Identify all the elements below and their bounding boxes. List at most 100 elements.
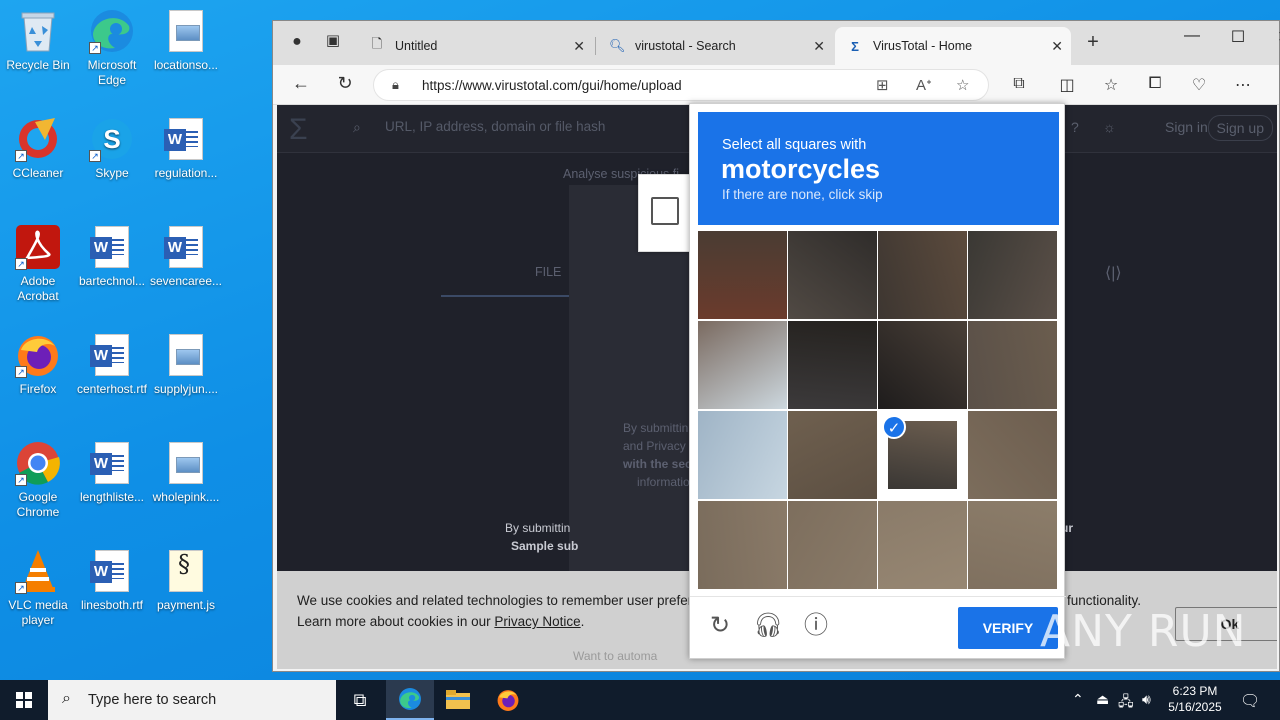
tray-overflow-icon[interactable]: ⌃ bbox=[1072, 691, 1084, 708]
profile-icon[interactable]: ● bbox=[283, 33, 311, 51]
privacy-notice-link[interactable]: Privacy Notice bbox=[494, 614, 580, 629]
captcha-tile[interactable] bbox=[698, 501, 787, 589]
read-aloud-icon[interactable]: Aᐩ bbox=[916, 76, 932, 94]
sign-up-button[interactable]: Sign up bbox=[1207, 115, 1273, 141]
skype-icon: S ↗ bbox=[89, 116, 135, 162]
desktop-icon-recycle-bin[interactable]: Recycle Bin bbox=[0, 8, 76, 73]
tab-virustotal-home[interactable]: Σ VirusTotal - Home ✕ bbox=[835, 27, 1071, 65]
captcha-tile[interactable] bbox=[968, 321, 1057, 409]
desktop-icon-ccleaner[interactable]: ↗ CCleaner bbox=[0, 116, 76, 181]
volume-icon[interactable]: 🔊︎ bbox=[1142, 691, 1151, 708]
taskbar-firefox-icon[interactable] bbox=[484, 680, 532, 720]
captcha-tile[interactable] bbox=[878, 231, 967, 319]
back-icon[interactable]: ← bbox=[287, 73, 315, 94]
desktop-icon-file[interactable]: wholepink.... bbox=[148, 440, 224, 505]
info-icon[interactable]: ⓘ bbox=[801, 611, 831, 641]
notifications-icon[interactable]: 🗨︎ bbox=[1240, 691, 1260, 711]
network-icon[interactable]: 🖧︎ bbox=[1118, 691, 1134, 715]
vt-search-input[interactable]: URL, IP address, domain or file hash bbox=[385, 119, 605, 134]
audio-icon[interactable]: 🎧︎ bbox=[753, 611, 783, 641]
url-field[interactable]: 🔒︎ https://www.virustotal.com/gui/home/u… bbox=[373, 69, 989, 101]
captcha-tile[interactable] bbox=[878, 501, 967, 589]
tile-selected-check-icon: ✓ bbox=[882, 415, 906, 439]
start-button[interactable] bbox=[0, 680, 48, 720]
close-window-icon[interactable]: ✕ bbox=[1261, 27, 1280, 47]
browser-essentials-icon[interactable]: ♡ bbox=[1187, 75, 1211, 95]
captcha-tile[interactable] bbox=[698, 231, 787, 319]
cookie-learn-text: Learn more about cookies in our bbox=[297, 614, 495, 629]
favorite-star-icon[interactable]: ☆ bbox=[956, 76, 969, 94]
close-tab-icon[interactable]: ✕ bbox=[813, 38, 825, 55]
taskbar-search[interactable]: ⌕ Type here to search bbox=[48, 680, 336, 720]
word-file-icon bbox=[163, 116, 209, 162]
split-screen-icon[interactable]: ◫ bbox=[1055, 75, 1079, 95]
url-text: https://www.virustotal.com/gui/home/uplo… bbox=[422, 77, 682, 93]
captcha-tile[interactable] bbox=[878, 321, 967, 409]
captcha-tile[interactable] bbox=[788, 321, 877, 409]
refresh-icon[interactable]: ↻ bbox=[331, 73, 359, 94]
edge-icon: ↗ bbox=[89, 8, 135, 54]
desktop-icon-firefox[interactable]: ↗ Firefox bbox=[0, 332, 76, 397]
captcha-instruction: Select all squares with bbox=[722, 137, 867, 153]
captcha-tile[interactable] bbox=[968, 501, 1057, 589]
captcha-checkbox[interactable] bbox=[651, 197, 679, 225]
desktop-icon-label: locationso... bbox=[153, 58, 219, 72]
minimize-icon[interactable]: — bbox=[1169, 27, 1215, 45]
theme-icon[interactable]: ☼ bbox=[1103, 119, 1116, 135]
captcha-tile-image bbox=[878, 231, 967, 319]
desktop-icon-file[interactable]: supplyjun.... bbox=[148, 332, 224, 397]
desktop-icon-file[interactable]: locationso... bbox=[148, 8, 224, 73]
help-icon[interactable]: ? bbox=[1071, 119, 1079, 135]
desktop-icon-label: Microsoft Edge bbox=[87, 58, 137, 87]
collections-icon[interactable]: ⧠ bbox=[1143, 75, 1167, 93]
desktop-icon-file[interactable]: bartechnol... bbox=[74, 224, 150, 289]
desktop-icon-adobe-acrobat[interactable]: ↗ Adobe Acrobat bbox=[0, 224, 76, 304]
captcha-tile[interactable] bbox=[968, 231, 1057, 319]
extensions-icon[interactable]: ⧉ bbox=[1007, 75, 1031, 93]
tab-untitled[interactable]: 🗋 Untitled ✕ bbox=[357, 27, 593, 65]
task-view-icon[interactable]: ⧉ bbox=[336, 680, 384, 720]
desktop-icon-file[interactable]: centerhost.rtf bbox=[74, 332, 150, 397]
taskbar-file-explorer-icon[interactable] bbox=[434, 680, 482, 720]
refresh-icon[interactable]: ↻ bbox=[705, 611, 735, 641]
desktop-icon-file[interactable]: sevencaree... bbox=[148, 224, 224, 289]
captcha-tile[interactable] bbox=[788, 231, 877, 319]
tab-actions-icon[interactable]: ▣ bbox=[319, 31, 347, 49]
tab-file[interactable]: FILE bbox=[535, 265, 561, 279]
captcha-tile[interactable] bbox=[788, 411, 877, 499]
captcha-tile[interactable] bbox=[698, 321, 787, 409]
api-icon[interactable]: ⟨|⟩ bbox=[1105, 263, 1122, 283]
desktop-icon-file[interactable]: lengthliste... bbox=[74, 440, 150, 505]
desktop-icon-skype[interactable]: S ↗ Skype bbox=[74, 116, 150, 181]
close-tab-icon[interactable]: ✕ bbox=[573, 38, 585, 55]
windows-icon bbox=[16, 692, 32, 708]
anyrun-watermark: ANY RUN bbox=[1040, 606, 1247, 657]
desktop-icon-google-chrome[interactable]: ↗ Google Chrome bbox=[0, 440, 76, 520]
tab-virustotal-search[interactable]: 🔍︎ virustotal - Search ✕ bbox=[597, 27, 833, 65]
desktop-icon-label: Firefox bbox=[19, 382, 57, 396]
maximize-icon[interactable]: ☐ bbox=[1215, 27, 1261, 47]
desktop-icon-file[interactable]: payment.js bbox=[148, 548, 224, 613]
more-menu-icon[interactable]: ⋯ bbox=[1231, 75, 1255, 95]
taskbar-edge-icon[interactable] bbox=[386, 680, 434, 720]
desktop-icon-file[interactable]: linesboth.rtf bbox=[74, 548, 150, 613]
apps-icon[interactable]: ⊞ bbox=[876, 76, 889, 94]
desktop-icon-file[interactable]: regulation... bbox=[148, 116, 224, 181]
captcha-tile[interactable] bbox=[788, 501, 877, 589]
favorites-icon[interactable]: ☆ bbox=[1099, 75, 1123, 95]
captcha-tile[interactable] bbox=[698, 411, 787, 499]
cookie-text: We use cookies and related technologies … bbox=[297, 593, 693, 608]
desktop-icon-microsoft-edge[interactable]: ↗ Microsoft Edge bbox=[74, 8, 150, 88]
usb-icon[interactable]: ⏏ bbox=[1096, 691, 1109, 708]
virustotal-logo-icon[interactable]: Σ bbox=[289, 113, 308, 147]
captcha-tile-image bbox=[788, 231, 877, 319]
close-tab-icon[interactable]: ✕ bbox=[1051, 38, 1063, 55]
desktop-icon-vlc[interactable]: ↗ VLC media player bbox=[0, 548, 76, 628]
clock-date: 5/16/2025 bbox=[1168, 700, 1222, 714]
sign-in-link[interactable]: Sign in bbox=[1165, 119, 1208, 135]
captcha-tile-image bbox=[698, 321, 787, 409]
captcha-tile[interactable]: ✓ bbox=[878, 411, 967, 499]
new-tab-icon[interactable]: + bbox=[1079, 31, 1107, 54]
captcha-tile[interactable] bbox=[968, 411, 1057, 499]
taskbar-clock[interactable]: 6:23 PM 5/16/2025 bbox=[1160, 683, 1230, 715]
